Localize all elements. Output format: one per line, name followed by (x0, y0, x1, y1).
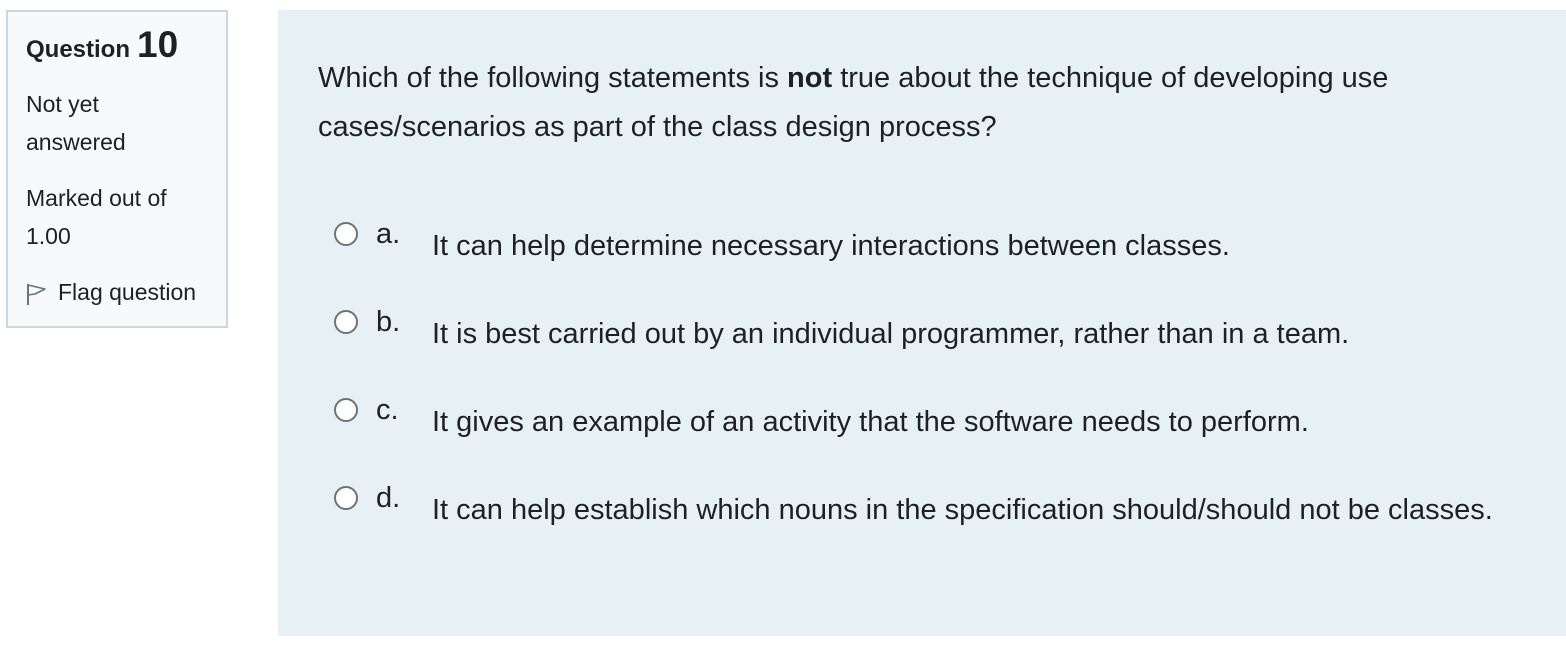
answer-option-d[interactable]: d. It can help establish which nouns in … (334, 482, 1554, 535)
answer-text-a[interactable]: It can help determine necessary interact… (432, 222, 1512, 271)
answer-text-d[interactable]: It can help establish which nouns in the… (432, 486, 1512, 535)
radio-button-c[interactable] (334, 398, 358, 422)
question-content: Which of the following statements is not… (278, 10, 1566, 636)
answer-option-b[interactable]: b. It is best carried out by an individu… (334, 306, 1554, 394)
question-text-part1: Which of the following statements is (318, 62, 788, 94)
answer-options: a. It can help determine necessary inter… (334, 218, 1554, 535)
flag-outline-icon (27, 284, 46, 305)
answer-letter-b: b. (376, 306, 401, 338)
quiz-page: Question 10 Not yet answered Marked out … (0, 0, 1566, 650)
question-label: Question (26, 36, 131, 63)
answer-text-c[interactable]: It gives an example of an activity that … (432, 398, 1512, 447)
flag-question-button[interactable]: Flag question (26, 273, 208, 311)
question-grade: Marked out of 1.00 (26, 185, 167, 249)
flag-question-label: Flag question (58, 279, 197, 305)
radio-button-b[interactable] (334, 310, 358, 334)
question-text: Which of the following statements is not… (318, 54, 1528, 152)
radio-button-a[interactable] (334, 222, 358, 246)
answer-option-a[interactable]: a. It can help determine necessary inter… (334, 218, 1554, 306)
question-number: 10 (137, 24, 179, 65)
answer-letter-a: a. (376, 218, 401, 250)
answer-option-c[interactable]: c. It gives an example of an activity th… (334, 394, 1554, 482)
radio-button-d[interactable] (334, 486, 358, 510)
question-info-panel: Question 10 Not yet answered Marked out … (6, 10, 228, 328)
answer-text-b[interactable]: It is best carried out by an individual … (432, 310, 1512, 359)
question-state: Not yet answered (26, 91, 126, 155)
question-number-heading: Question 10 (26, 26, 208, 63)
answer-letter-c: c. (376, 394, 399, 426)
question-text-emphasis: not (787, 62, 833, 94)
answer-letter-d: d. (376, 482, 401, 514)
